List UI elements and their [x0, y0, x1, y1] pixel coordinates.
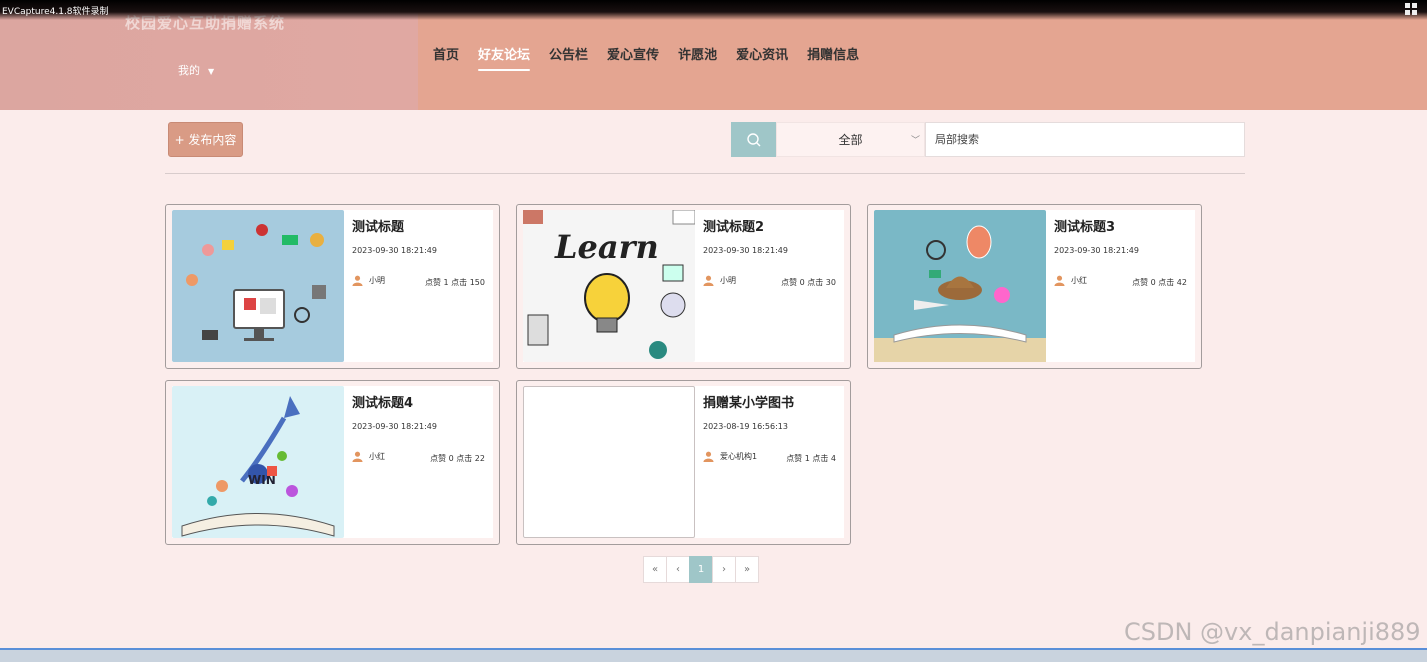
- recorder-label: EVCapture4.1.8软件录制: [2, 7, 109, 17]
- post-date: 2023-09-30 18:21:49: [703, 246, 788, 255]
- post-date: 2023-08-19 16:56:13: [703, 422, 788, 431]
- post-stats: 点赞 1 点击 150: [425, 278, 485, 287]
- post-author-name: 小明: [720, 276, 736, 285]
- nav-news[interactable]: 爱心资讯: [736, 44, 788, 71]
- nav-donation-info[interactable]: 捐赠信息: [807, 44, 859, 71]
- grid-icon[interactable]: [1405, 3, 1417, 15]
- nav-forum[interactable]: 好友论坛: [478, 44, 531, 71]
- next-page-button[interactable]: ›: [712, 556, 736, 583]
- first-page-button[interactable]: «: [643, 556, 667, 583]
- post-date: 2023-09-30 18:21:49: [1054, 246, 1139, 255]
- post-thumbnail[interactable]: [172, 210, 344, 362]
- user-icon: [1054, 275, 1065, 286]
- post-stats: 点赞 0 点击 30: [781, 278, 836, 287]
- nav-promotion[interactable]: 爱心宣传: [607, 44, 659, 71]
- search-button[interactable]: [731, 122, 776, 157]
- post-thumbnail[interactable]: WIN: [172, 386, 344, 538]
- post-author: 小红: [1054, 275, 1087, 286]
- post-author-name: 爱心机构1: [720, 452, 758, 461]
- main-nav: 首页 好友论坛 公告栏 爱心宣传 许愿池 爱心资讯 捐赠信息: [433, 44, 878, 71]
- post-title[interactable]: 测试标题2: [703, 216, 764, 235]
- search-input[interactable]: [925, 122, 1245, 157]
- post-title[interactable]: 测试标题4: [352, 392, 413, 411]
- post-card[interactable]: WIN 测试标题4 2023-09-30 18:21:49 小红 点赞 0 点击…: [165, 380, 500, 545]
- post-title[interactable]: 测试标题3: [1054, 216, 1115, 235]
- post-thumbnail[interactable]: Learn: [523, 210, 695, 362]
- post-title[interactable]: 测试标题: [352, 216, 404, 235]
- chevron-down-icon: ﹀: [910, 136, 920, 146]
- post-author-name: 小红: [1071, 276, 1087, 285]
- prev-page-button[interactable]: ‹: [666, 556, 690, 583]
- last-page-button[interactable]: »: [735, 556, 759, 583]
- category-select-value: 全部: [838, 133, 863, 147]
- post-author-name: 小红: [369, 452, 385, 461]
- caret-down-icon: ▼: [208, 67, 215, 76]
- user-icon: [703, 275, 714, 286]
- post-author: 小明: [703, 275, 736, 286]
- post-author: 爱心机构1: [703, 451, 757, 462]
- post-stats: 点赞 0 点击 22: [430, 454, 485, 463]
- pagination: « ‹ 1 › »: [643, 556, 759, 583]
- post-stats: 点赞 1 点击 4: [786, 454, 836, 463]
- post-thumbnail-empty[interactable]: [523, 386, 695, 538]
- user-icon: [352, 275, 363, 286]
- svg-text:Learn: Learn: [554, 228, 659, 266]
- post-author: 小明: [352, 275, 385, 286]
- post-stats: 点赞 0 点击 42: [1132, 278, 1187, 287]
- post-date: 2023-09-30 18:21:49: [352, 246, 437, 255]
- post-thumbnail[interactable]: [874, 210, 1046, 362]
- nav-notice[interactable]: 公告栏: [549, 44, 588, 71]
- post-card[interactable]: 测试标题 2023-09-30 18:21:49 小明 点赞 1 点击 150: [165, 204, 500, 369]
- search-icon: [746, 132, 760, 146]
- divider: [165, 173, 1245, 174]
- post-card[interactable]: 捐赠某小学图书 2023-08-19 16:56:13 爱心机构1 点赞 1 点…: [516, 380, 851, 545]
- page-1-button[interactable]: 1: [689, 556, 713, 583]
- nav-wish-pool[interactable]: 许愿池: [678, 44, 717, 71]
- nav-home[interactable]: 首页: [433, 44, 459, 71]
- my-menu-label: 我的: [178, 64, 200, 77]
- post-author-name: 小明: [369, 276, 385, 285]
- post-date: 2023-09-30 18:21:49: [352, 422, 437, 431]
- watermark: CSDN @vx_danpianji889: [1124, 618, 1421, 646]
- publish-button[interactable]: + 发布内容: [168, 122, 243, 157]
- post-author: 小红: [352, 451, 385, 462]
- my-dropdown[interactable]: 我的 ▼: [178, 62, 214, 78]
- recorder-bar: EVCapture4.1.8软件录制: [0, 0, 1427, 20]
- category-select[interactable]: 全部 ﹀: [776, 122, 925, 157]
- post-card[interactable]: 测试标题3 2023-09-30 18:21:49 小红 点赞 0 点击 42: [867, 204, 1202, 369]
- post-title[interactable]: 捐赠某小学图书: [703, 392, 794, 411]
- post-card[interactable]: Learn 测试标题2 2023-09-30 18:21:49 小明 点赞 0 …: [516, 204, 851, 369]
- user-icon: [703, 451, 714, 462]
- user-icon: [352, 451, 363, 462]
